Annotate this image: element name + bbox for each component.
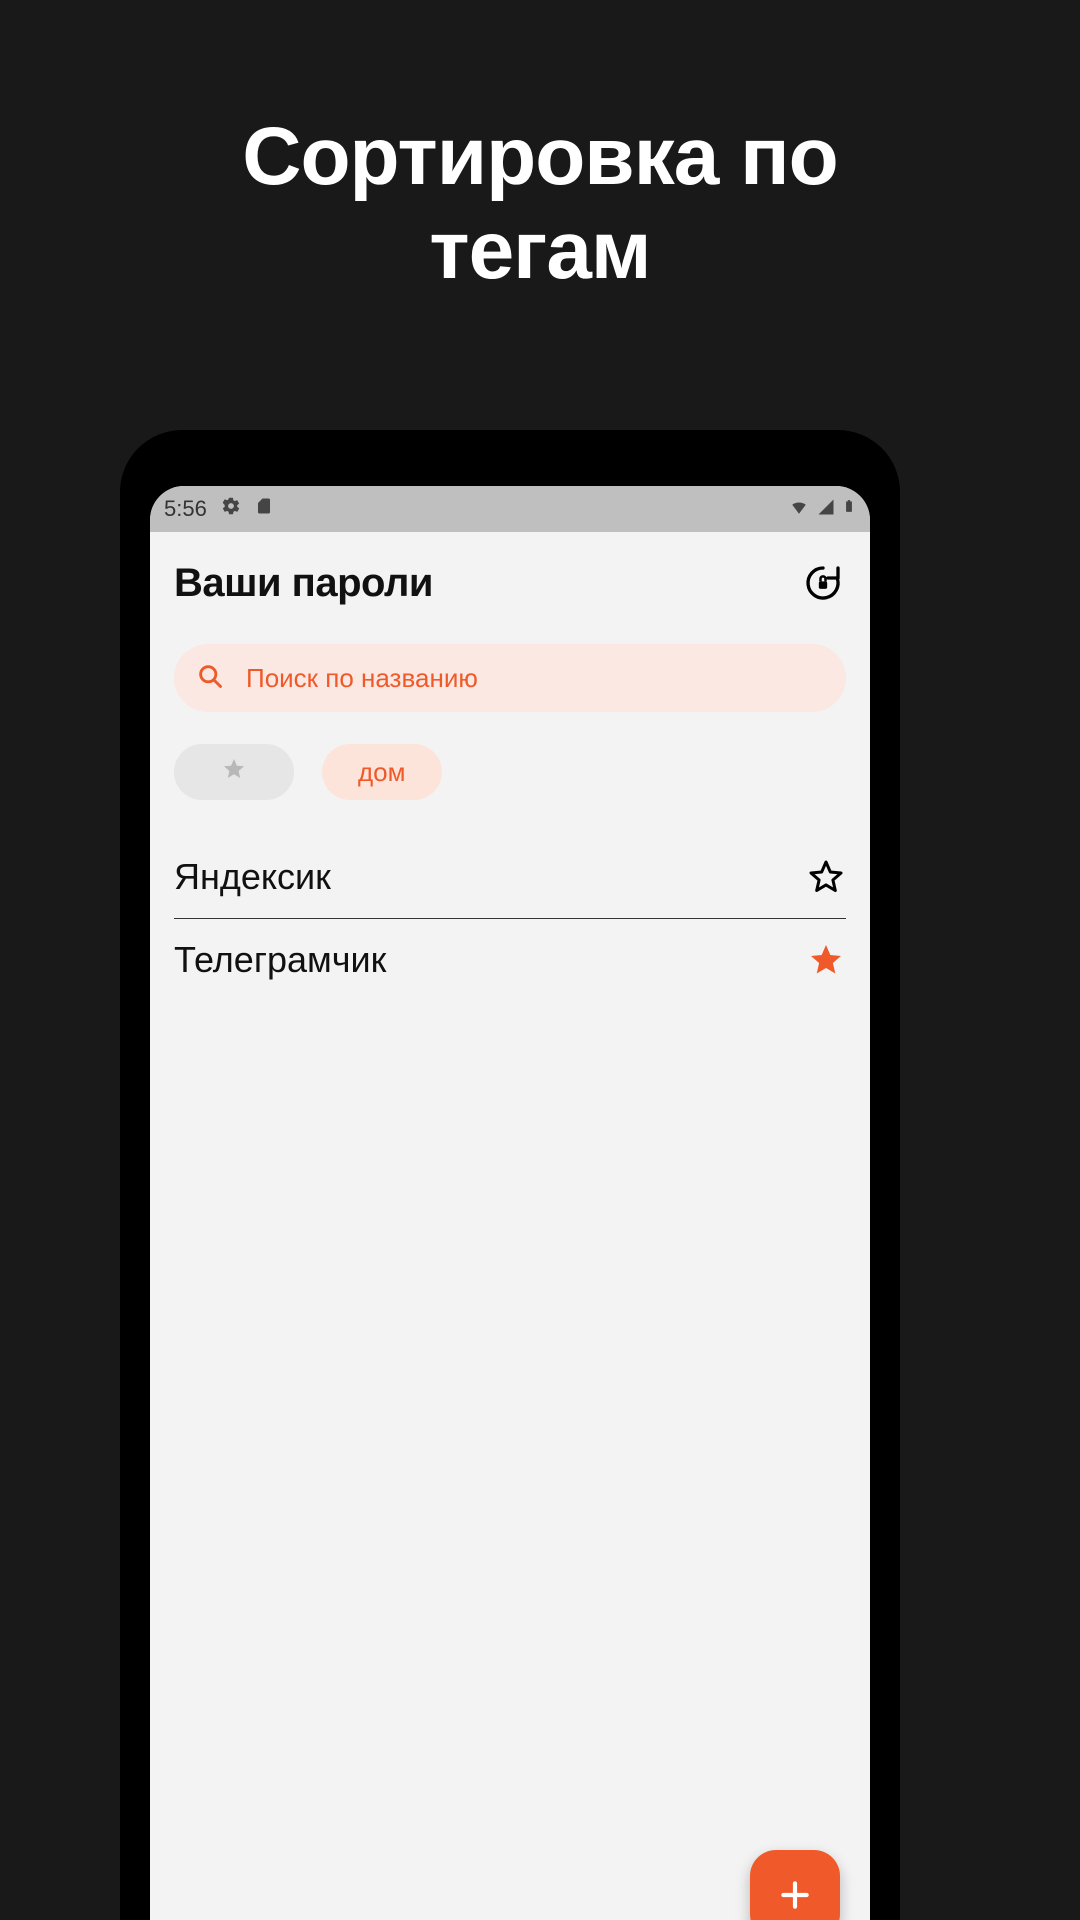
search-input[interactable]: Поиск по названию xyxy=(174,644,846,712)
signal-icon xyxy=(816,496,836,522)
battery-icon xyxy=(842,495,856,523)
item-name: Яндексик xyxy=(174,856,331,898)
search-placeholder: Поиск по названию xyxy=(246,663,478,694)
app-header: Ваши пароли xyxy=(174,532,846,644)
plus-icon xyxy=(775,1875,815,1915)
star-filled-icon xyxy=(808,942,844,978)
gear-icon xyxy=(221,496,241,522)
status-left: 5:56 xyxy=(164,496,273,522)
app-screen: 5:56 Ва xyxy=(150,486,870,1920)
tag-label: дом xyxy=(358,757,406,788)
password-list: Яндексик Телеграмчик xyxy=(174,830,846,1001)
tags-row: дом xyxy=(174,712,846,830)
device-frame: 5:56 Ва xyxy=(120,430,900,1920)
lock-refresh-button[interactable] xyxy=(800,560,846,606)
tag-chip-dom[interactable]: дом xyxy=(322,744,442,800)
promo-title-line1: Сортировка по xyxy=(242,111,838,202)
add-button[interactable] xyxy=(750,1850,840,1920)
star-outline-icon xyxy=(808,859,844,895)
status-time: 5:56 xyxy=(164,496,207,522)
search-icon xyxy=(196,662,224,695)
page-title: Ваши пароли xyxy=(174,561,433,606)
item-name: Телеграмчик xyxy=(174,939,386,981)
favorite-toggle[interactable] xyxy=(806,940,846,980)
sd-card-icon xyxy=(255,496,273,522)
promo-title: Сортировка по тегам xyxy=(0,0,1080,299)
favorite-toggle[interactable] xyxy=(806,857,846,897)
list-item[interactable]: Яндексик xyxy=(174,836,846,918)
status-right xyxy=(788,495,856,523)
list-item[interactable]: Телеграмчик xyxy=(174,918,846,1001)
promo-title-line2: тегам xyxy=(429,205,650,296)
star-icon xyxy=(222,757,246,788)
status-bar: 5:56 xyxy=(150,486,870,532)
lock-refresh-icon xyxy=(803,563,843,603)
content-area: Ваши пароли Поиск по названию xyxy=(150,532,870,1001)
wifi-icon xyxy=(788,496,810,522)
tag-chip-favorites[interactable] xyxy=(174,744,294,800)
